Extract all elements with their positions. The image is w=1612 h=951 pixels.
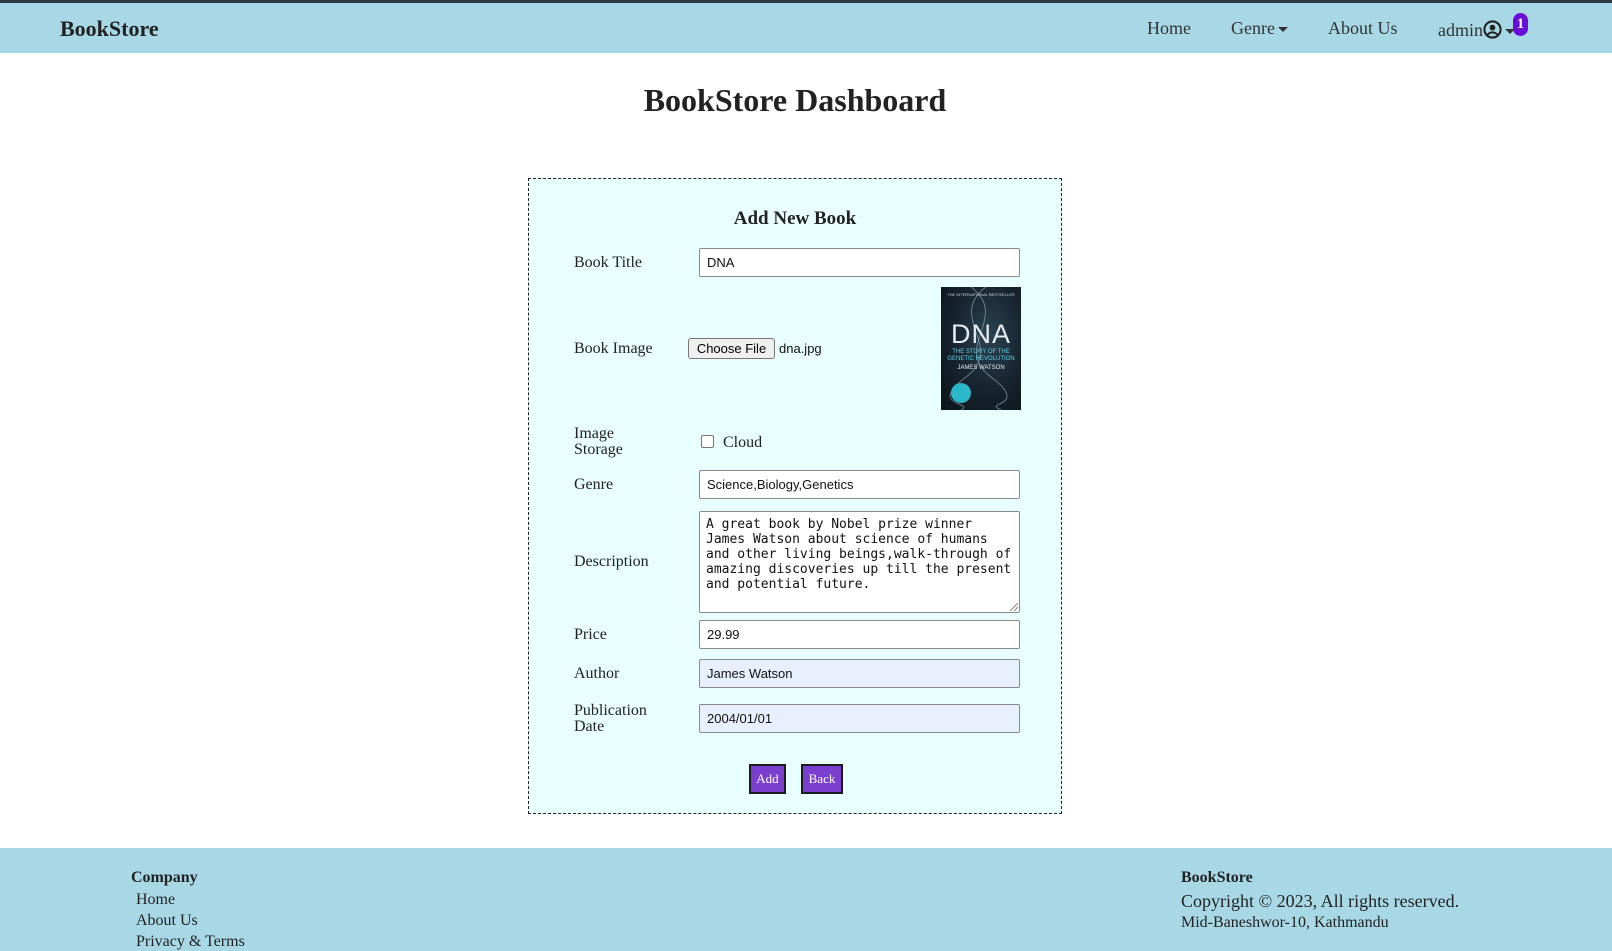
image-storage-label: Image Storage xyxy=(574,425,623,458)
user-icon xyxy=(1483,20,1502,39)
page-title: BookStore Dashboard xyxy=(643,82,947,118)
nav-home-link[interactable]: Home xyxy=(1147,18,1191,39)
add-button[interactable]: Add xyxy=(749,764,786,794)
add-book-form: Add New Book Book Title DNA Book Image C… xyxy=(528,178,1062,814)
footer-home-link[interactable]: Home xyxy=(136,891,175,909)
publication-date-input[interactable]: 2004/01/01 xyxy=(699,704,1020,733)
price-label: Price xyxy=(574,626,607,643)
description-textarea[interactable]: A great book by Nobel prize winner James… xyxy=(699,511,1020,613)
file-name: dna.jpg xyxy=(779,341,822,356)
choose-file-button[interactable]: Choose File xyxy=(688,338,775,359)
footer-privacy-link[interactable]: Privacy & Terms xyxy=(136,933,245,951)
author-label: Author xyxy=(574,665,620,682)
user-menu[interactable]: admin xyxy=(1438,20,1515,41)
footer-brand: BookStore xyxy=(1181,869,1253,886)
footer-company-heading: Company xyxy=(131,869,198,886)
description-label: Description xyxy=(574,553,649,570)
cover-title: DNA xyxy=(950,319,1011,349)
genre-input[interactable]: Science,Biology,Genetics xyxy=(699,470,1020,499)
footer-address: Mid-Baneshwor-10, Kathmandu xyxy=(1181,914,1389,931)
book-cover-preview: THE INTERNATIONAL BESTSELLER DNA THE STO… xyxy=(941,287,1021,410)
chevron-down-icon xyxy=(1277,27,1288,33)
nav-genre-label: Genre xyxy=(1231,18,1275,38)
user-name: admin xyxy=(1438,20,1483,40)
footer-copyright: Copyright © 2023, All rights reserved. xyxy=(1181,891,1460,911)
cover-subtitle: THE STORY OF THE GENETIC REVOLUTION xyxy=(947,349,1015,362)
back-button[interactable]: Back xyxy=(801,764,843,794)
cover-seal xyxy=(951,383,971,403)
resize-grip-icon[interactable] xyxy=(1010,603,1018,611)
book-image-label: Book Image xyxy=(574,340,653,357)
cover-author: JAMES WATSON xyxy=(957,365,1005,371)
description-text: A great book by Nobel prize winner James… xyxy=(706,517,1020,592)
brand-logo[interactable]: BookStore xyxy=(60,16,159,42)
notification-badge[interactable]: 1 xyxy=(1513,13,1528,36)
footer: Company Home About Us Privacy & Terms Bo… xyxy=(0,848,1612,951)
genre-label: Genre xyxy=(574,476,614,493)
nav-genre-dropdown[interactable]: Genre xyxy=(1231,18,1288,39)
price-input[interactable]: 29.99 xyxy=(699,620,1020,649)
form-heading: Add New Book xyxy=(733,208,857,229)
navbar: BookStore Home Genre About Us admin 1 xyxy=(0,3,1612,53)
cloud-checkbox-label: Cloud xyxy=(723,434,763,451)
author-input[interactable]: James Watson xyxy=(699,659,1020,688)
publication-date-label: Publication Date xyxy=(574,702,647,735)
footer-about-link[interactable]: About Us xyxy=(136,912,198,930)
cloud-checkbox[interactable] xyxy=(701,435,714,448)
book-title-label: Book Title xyxy=(574,254,643,271)
book-title-input[interactable]: DNA xyxy=(699,248,1020,277)
nav-about-link[interactable]: About Us xyxy=(1328,18,1398,39)
